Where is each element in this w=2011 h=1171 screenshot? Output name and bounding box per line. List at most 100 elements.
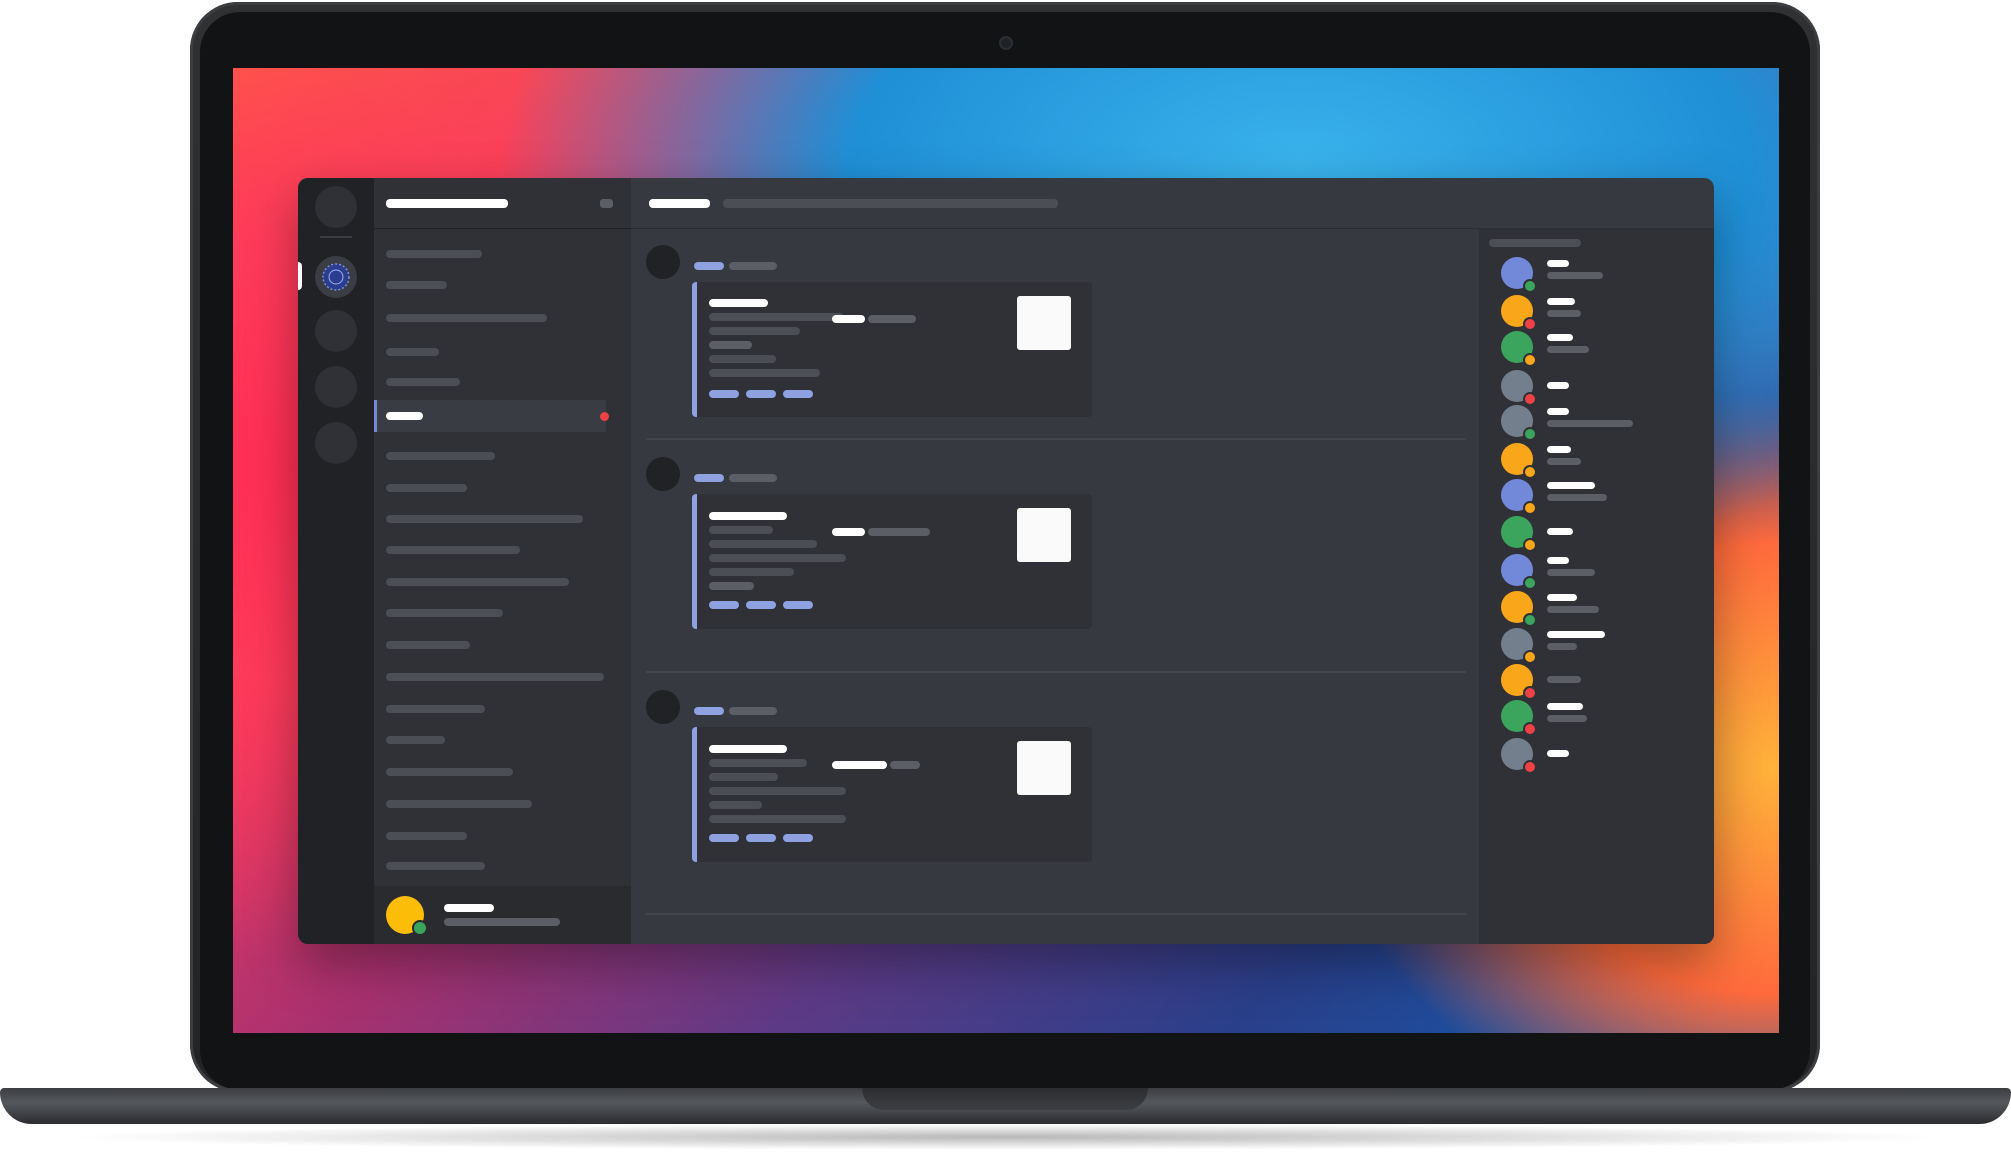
channel-item[interactable] <box>386 484 467 492</box>
channel-item[interactable] <box>386 736 445 744</box>
channel-item[interactable] <box>386 673 604 681</box>
status-indicator <box>1523 353 1537 367</box>
member-item[interactable] <box>1501 664 1714 700</box>
member-item[interactable] <box>1501 295 1714 331</box>
member-activity <box>1547 606 1599 613</box>
embed-line <box>709 355 776 363</box>
channel-item[interactable] <box>386 609 503 617</box>
embed-thumbnail[interactable] <box>1017 741 1071 795</box>
embed-tag[interactable] <box>746 834 776 842</box>
selected-channel-name <box>386 412 423 420</box>
embed-line <box>709 801 762 809</box>
embed-title[interactable] <box>709 745 787 753</box>
status-indicator <box>1523 650 1537 664</box>
embed-tag[interactable] <box>746 601 776 609</box>
channel-item[interactable] <box>386 348 439 356</box>
channel-item[interactable] <box>386 250 482 258</box>
embed-tag[interactable] <box>783 834 813 842</box>
embed-line <box>709 759 807 767</box>
channel-item[interactable] <box>386 378 460 386</box>
server-icon[interactable] <box>315 366 357 408</box>
member-item[interactable] <box>1501 405 1714 441</box>
channel-item[interactable] <box>386 832 467 840</box>
status-indicator <box>1523 576 1537 590</box>
embed-title[interactable] <box>709 299 768 307</box>
embed-tag[interactable] <box>746 390 776 398</box>
avatar[interactable] <box>646 457 680 491</box>
member-item[interactable] <box>1501 554 1714 590</box>
embed-field <box>832 315 865 323</box>
channel-item[interactable] <box>386 452 495 460</box>
member-item[interactable] <box>1501 628 1714 664</box>
channel-item[interactable] <box>386 641 470 649</box>
status-indicator <box>1523 427 1537 441</box>
embed-thumbnail[interactable] <box>1017 296 1071 350</box>
channel-item[interactable] <box>386 800 532 808</box>
embed-field <box>832 761 887 769</box>
member-item[interactable] <box>1501 443 1714 479</box>
status-indicator <box>1523 465 1537 479</box>
channel-sidebar <box>374 178 631 944</box>
embed-line <box>709 815 846 823</box>
embed-line <box>709 526 773 534</box>
member-name <box>1547 298 1575 305</box>
message <box>631 440 1479 670</box>
laptop-shadow <box>60 1124 1951 1150</box>
chat-app-window <box>298 178 1714 944</box>
channel-item[interactable] <box>386 705 485 713</box>
member-item[interactable] <box>1501 591 1714 627</box>
embed-field <box>832 528 865 536</box>
channel-item[interactable] <box>386 515 583 523</box>
author-name[interactable] <box>694 707 724 715</box>
message-embed <box>692 727 1092 862</box>
active-server-indicator <box>298 262 302 290</box>
message-divider <box>646 913 1466 915</box>
member-item[interactable] <box>1501 700 1714 736</box>
laptop-notch <box>862 1088 1148 1110</box>
embed-thumbnail[interactable] <box>1017 508 1071 562</box>
embed-tag[interactable] <box>709 390 739 398</box>
username <box>444 904 494 912</box>
member-item[interactable] <box>1501 257 1714 293</box>
channel-item[interactable] <box>386 862 485 870</box>
author-name[interactable] <box>694 262 724 270</box>
status-indicator <box>1523 686 1537 700</box>
channel-item[interactable] <box>386 281 447 289</box>
member-list <box>1479 228 1714 944</box>
embed-title[interactable] <box>709 512 787 520</box>
channel-item[interactable] <box>386 546 520 554</box>
home-button[interactable] <box>315 186 357 228</box>
channel-item[interactable] <box>386 578 569 586</box>
member-item[interactable] <box>1501 370 1714 406</box>
member-activity <box>1547 458 1581 465</box>
member-name <box>1547 334 1573 341</box>
server-icon[interactable] <box>315 422 357 464</box>
channel-topic <box>723 199 1058 208</box>
server-header[interactable] <box>374 178 631 229</box>
avatar[interactable] <box>646 690 680 724</box>
message <box>631 673 1479 903</box>
chevron-down-icon[interactable] <box>600 199 613 208</box>
camera-icon <box>999 36 1013 50</box>
server-list-separator <box>320 236 352 238</box>
channel-item[interactable] <box>386 768 513 776</box>
globe-icon <box>322 263 350 291</box>
embed-tag[interactable] <box>783 390 813 398</box>
member-item[interactable] <box>1501 331 1714 367</box>
server-icon-active[interactable] <box>315 256 357 298</box>
avatar[interactable] <box>646 245 680 279</box>
member-item[interactable] <box>1501 479 1714 515</box>
embed-field-value <box>868 315 916 323</box>
status-indicator <box>1523 760 1537 774</box>
member-item[interactable] <box>1501 738 1714 774</box>
author-name[interactable] <box>694 474 724 482</box>
chat-area <box>631 178 1714 944</box>
channel-item[interactable] <box>386 314 547 322</box>
server-icon[interactable] <box>315 310 357 352</box>
embed-tag[interactable] <box>783 601 813 609</box>
channel-header <box>631 178 1714 229</box>
embed-tag[interactable] <box>709 601 739 609</box>
member-name <box>1547 631 1605 638</box>
embed-tag[interactable] <box>709 834 739 842</box>
member-item[interactable] <box>1501 516 1714 552</box>
